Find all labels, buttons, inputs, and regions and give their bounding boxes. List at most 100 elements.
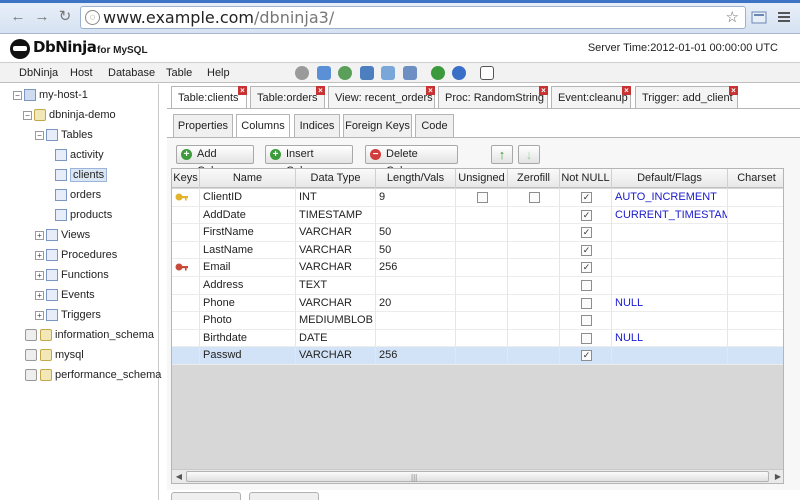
cell-charset[interactable] <box>728 259 783 276</box>
cell-len[interactable] <box>376 206 456 224</box>
unsigned-checkbox[interactable] <box>477 192 488 203</box>
cell-len[interactable]: 50 <box>376 241 456 259</box>
cell-type[interactable]: TEXT <box>296 277 376 294</box>
notnull-checkbox[interactable] <box>581 315 592 327</box>
header-charset[interactable]: Charset <box>728 169 783 188</box>
cell-flags[interactable] <box>612 312 728 330</box>
cell-unsigned[interactable] <box>456 329 508 347</box>
menu-dbninja[interactable]: DbNinja <box>19 67 58 79</box>
menu-table[interactable]: Table <box>166 67 192 79</box>
tree-views-folder[interactable]: + Views <box>35 227 90 243</box>
cell-zerofill[interactable] <box>508 241 560 259</box>
logout-icon[interactable] <box>480 66 494 80</box>
cell-charset[interactable] <box>728 277 783 294</box>
bottom-button-2[interactable] <box>249 492 319 500</box>
cell-type[interactable]: VARCHAR <box>296 347 376 365</box>
cell-zerofill[interactable] <box>508 206 560 224</box>
close-icon[interactable]: × <box>622 86 631 95</box>
table-row[interactable]: ClientID INT 9 ✓ AUTO_INCREMENT <box>172 189 783 207</box>
tree-db-mysql[interactable]: mysql <box>25 347 84 363</box>
collapse-icon[interactable]: − <box>13 90 22 100</box>
cell-type[interactable]: INT <box>296 189 376 206</box>
cell-len[interactable]: 256 <box>376 347 456 365</box>
close-icon[interactable]: × <box>316 86 325 95</box>
tree-table-orders[interactable]: orders <box>55 187 101 203</box>
table-row[interactable]: Phone VARCHAR 20 NULL <box>172 294 783 313</box>
page-action-icon[interactable] <box>751 9 767 25</box>
expand-icon[interactable]: + <box>35 290 44 300</box>
table-row[interactable]: LastName VARCHAR 50 ✓ <box>172 241 783 260</box>
cell-len[interactable]: 20 <box>376 294 456 312</box>
cell-notnull[interactable]: ✓ <box>560 259 612 277</box>
table-row[interactable]: AddDate TIMESTAMP ✓ CURRENT_TIMESTAMP <box>172 206 783 225</box>
cell-len[interactable] <box>376 329 456 347</box>
doc-tab-view-recent-orders[interactable]: View: recent_orders × <box>328 86 435 108</box>
cell-notnull[interactable] <box>560 312 612 330</box>
tree-database[interactable]: − dbninja-demo <box>23 107 116 123</box>
cell-len[interactable]: 9 <box>376 189 456 206</box>
delete-column-button[interactable]: −Delete Column <box>365 145 458 177</box>
cell-unsigned[interactable] <box>456 259 508 277</box>
cell-type[interactable]: VARCHAR <box>296 294 376 312</box>
cell-charset[interactable] <box>728 295 783 312</box>
cell-name[interactable]: Photo <box>200 312 296 330</box>
cell-flags[interactable]: NULL <box>612 329 728 347</box>
address-bar[interactable]: ◌ www.example.com/dbninja3/ ☆ <box>80 6 746 29</box>
collapse-icon[interactable]: − <box>23 110 32 120</box>
reload-icon[interactable]: ↻ <box>57 9 73 25</box>
cell-flags[interactable] <box>612 277 728 294</box>
cell-unsigned[interactable] <box>456 189 508 206</box>
header-zerofill[interactable]: Zerofill <box>508 169 560 188</box>
cell-name[interactable]: Address <box>200 277 296 294</box>
cell-len[interactable]: 256 <box>376 259 456 277</box>
cell-type[interactable]: VARCHAR <box>296 224 376 242</box>
cell-zerofill[interactable] <box>508 347 560 365</box>
doc-tab-event-cleanup[interactable]: Event:cleanup × <box>551 86 631 108</box>
cell-zerofill[interactable] <box>508 189 560 206</box>
header-length[interactable]: Length/Vals <box>376 169 456 188</box>
subtab-code[interactable]: Code <box>415 114 454 137</box>
cell-notnull[interactable] <box>560 294 612 312</box>
cell-notnull[interactable]: ✓ <box>560 241 612 259</box>
doc-tab-table-orders[interactable]: Table:orders × <box>250 86 325 108</box>
cell-flags[interactable]: NULL <box>612 294 728 312</box>
notnull-checkbox[interactable]: ✓ <box>581 350 592 362</box>
notnull-checkbox[interactable] <box>581 332 592 344</box>
cell-zerofill[interactable] <box>508 294 560 312</box>
tree-functions-folder[interactable]: + Functions <box>35 267 109 283</box>
close-icon[interactable]: × <box>729 86 738 95</box>
cell-zerofill[interactable] <box>508 259 560 277</box>
subtab-columns[interactable]: Columns <box>236 114 290 138</box>
cell-flags[interactable] <box>612 224 728 242</box>
notnull-checkbox[interactable]: ✓ <box>581 244 592 256</box>
scroll-thumb[interactable]: ||| <box>186 471 769 482</box>
query-icon[interactable] <box>403 66 417 80</box>
plugin-icon[interactable] <box>431 66 445 80</box>
cell-charset[interactable] <box>728 242 783 259</box>
table-row[interactable]: Photo MEDIUMBLOB <box>172 312 783 330</box>
cell-name[interactable]: ClientID <box>200 189 296 206</box>
header-data-type[interactable]: Data Type <box>296 169 376 188</box>
cell-name[interactable]: Birthdate <box>200 329 296 347</box>
header-default-flags[interactable]: Default/Flags <box>612 169 728 188</box>
users-icon[interactable] <box>317 66 331 80</box>
cell-type[interactable]: TIMESTAMP <box>296 206 376 224</box>
table-row[interactable]: Email VARCHAR 256 ✓ <box>172 259 783 277</box>
cell-flags[interactable]: AUTO_INCREMENT <box>612 189 728 206</box>
forward-icon[interactable]: → <box>34 9 50 25</box>
horizontal-scrollbar[interactable]: ◀ ||| ▶ <box>172 469 783 483</box>
zerofill-checkbox[interactable] <box>529 192 540 203</box>
cell-name[interactable]: Phone <box>200 294 296 312</box>
cell-zerofill[interactable] <box>508 329 560 347</box>
table-row[interactable]: Passwd VARCHAR 256 ✓ <box>172 347 783 365</box>
cell-zerofill[interactable] <box>508 224 560 242</box>
cell-charset[interactable] <box>728 189 783 206</box>
bottom-button-1[interactable] <box>171 492 241 500</box>
cell-flags[interactable]: CURRENT_TIMESTAMP <box>612 206 728 224</box>
tree-db-performance-schema[interactable]: performance_schema <box>25 367 161 383</box>
help-icon[interactable] <box>452 66 466 80</box>
cell-charset[interactable] <box>728 330 783 347</box>
cell-len[interactable]: 50 <box>376 224 456 242</box>
cell-unsigned[interactable] <box>456 312 508 330</box>
cell-len[interactable] <box>376 312 456 330</box>
